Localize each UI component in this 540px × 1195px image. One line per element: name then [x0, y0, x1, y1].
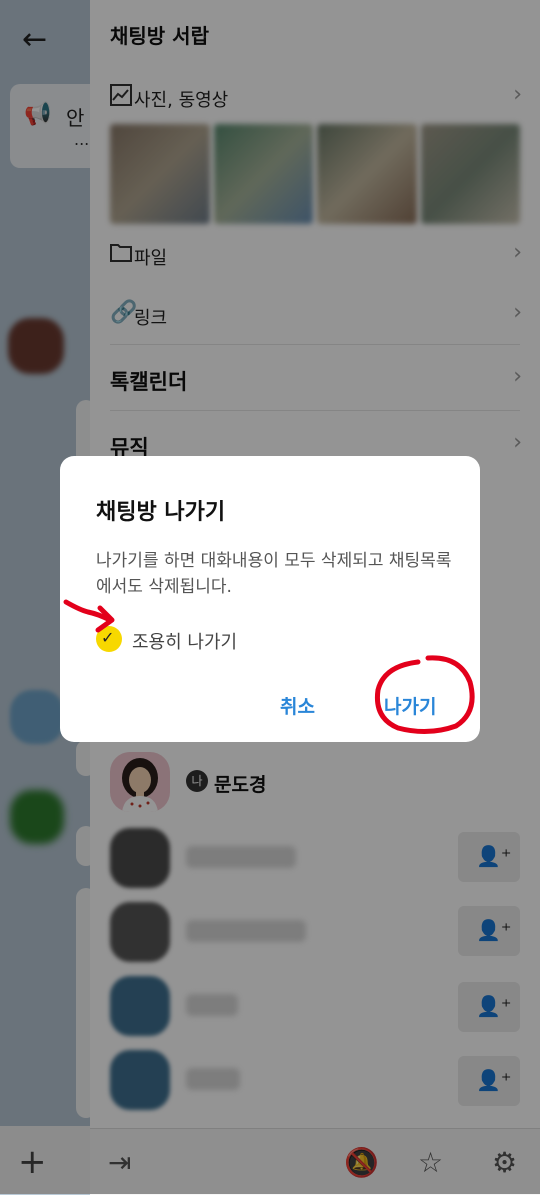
checkbox-label: 조용히 나가기 [132, 632, 238, 653]
check-circle-icon[interactable]: ✓ [96, 626, 122, 652]
cancel-button[interactable]: 취소 [280, 692, 315, 719]
dialog-title: 채팅방 나가기 [96, 500, 226, 525]
quiet-leave-checkbox[interactable]: ✓ 조용히 나가기 [96, 626, 296, 656]
dialog-message: 나가기를 하면 대화내용이 모두 삭제되고 채팅목록에서도 삭제됩니다. [96, 551, 452, 597]
leave-button[interactable]: 나가기 [384, 692, 436, 719]
leave-chat-dialog: 채팅방 나가기 나가기를 하면 대화내용이 모두 삭제되고 채팅목록에서도 삭제… [60, 456, 480, 742]
